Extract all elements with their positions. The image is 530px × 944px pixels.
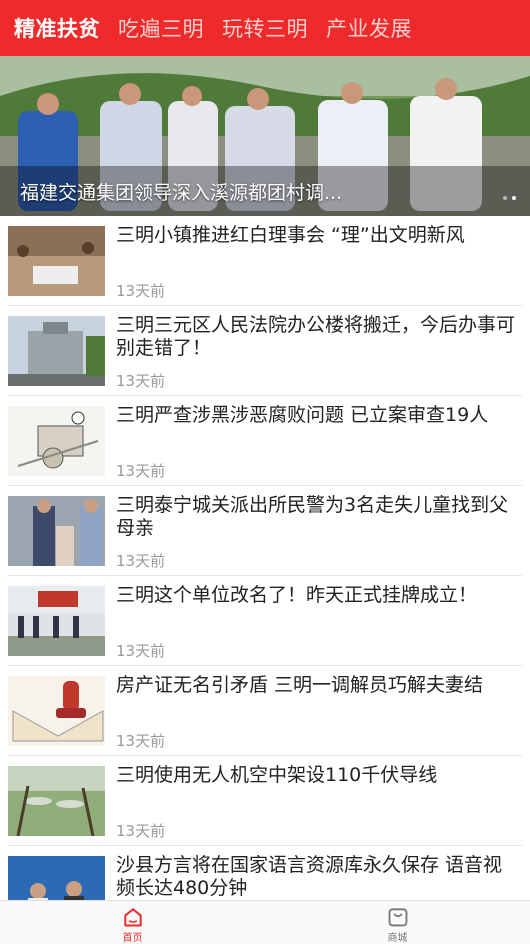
- home-icon: [123, 908, 142, 927]
- news-time: 13天前: [116, 552, 166, 570]
- tab-chibian-sanming[interactable]: 吃遍三明: [118, 13, 204, 43]
- top-tab-bar: 精准扶贫 吃遍三明 玩转三明 产业发展: [0, 0, 530, 56]
- news-title: 三明使用无人机空中架设110千伏导线: [116, 764, 438, 786]
- nav-home[interactable]: 首页: [0, 901, 265, 944]
- news-title: 三明严查涉黑涉恶腐败问题 已立案审查19人: [116, 404, 489, 426]
- news-item[interactable]: 三明三元区人民法院办公楼将搬迁，今后办事可别走错了！ 13天前: [8, 306, 522, 396]
- news-thumbnail: [8, 406, 105, 476]
- carousel-indicator: [503, 196, 516, 200]
- news-title: 三明这个单位改名了！昨天正式挂牌成立！: [116, 584, 478, 606]
- bottom-nav-bar: 首页 商城: [0, 900, 530, 944]
- news-time: 13天前: [116, 282, 166, 300]
- news-thumbnail: [8, 316, 105, 386]
- banner-caption: 福建交通集团领导深入溪源都团村调...: [20, 182, 343, 204]
- shopping-bag-icon: [388, 908, 407, 927]
- news-list: 三明小镇推进红白理事会 “理”出文明新风 13天前 三明三元区人民法院办公楼将搬…: [0, 216, 530, 936]
- news-item[interactable]: 三明泰宁城关派出所民警为3名走失儿童找到父母亲 13天前: [8, 486, 522, 576]
- carousel-dot: [503, 196, 507, 200]
- nav-shop-label: 商城: [387, 933, 408, 944]
- news-thumbnail: [8, 586, 105, 656]
- news-thumbnail: [8, 226, 105, 296]
- banner-carousel[interactable]: 福建交通集团领导深入溪源都团村调...: [0, 56, 530, 216]
- news-time: 13天前: [116, 732, 166, 750]
- tab-chanye-fazhan[interactable]: 产业发展: [326, 13, 412, 43]
- news-time: 13天前: [116, 642, 166, 660]
- tab-jingzhun-fupin[interactable]: 精准扶贫: [14, 13, 100, 43]
- news-title: 三明三元区人民法院办公楼将搬迁，今后办事可别走错了！: [116, 314, 516, 359]
- carousel-dot-active: [512, 196, 516, 200]
- news-item[interactable]: 三明小镇推进红白理事会 “理”出文明新风 13天前: [8, 216, 522, 306]
- news-title: 三明小镇推进红白理事会 “理”出文明新风: [116, 224, 465, 246]
- news-thumbnail: [8, 496, 105, 566]
- news-thumbnail: [8, 676, 105, 746]
- tab-wanzhuan-sanming[interactable]: 玩转三明: [222, 13, 308, 43]
- news-title: 沙县方言将在国家语言资源库永久保存 语音视频长达480分钟: [116, 854, 503, 899]
- news-item[interactable]: 三明严查涉黑涉恶腐败问题 已立案审查19人 13天前: [8, 396, 522, 486]
- news-item[interactable]: 房产证无名引矛盾 三明一调解员巧解夫妻结 13天前: [8, 666, 522, 756]
- news-item[interactable]: 三明使用无人机空中架设110千伏导线 13天前: [8, 756, 522, 846]
- news-time: 13天前: [116, 372, 166, 390]
- news-title: 三明泰宁城关派出所民警为3名走失儿童找到父母亲: [116, 494, 509, 539]
- nav-home-label: 首页: [122, 933, 143, 944]
- news-thumbnail: [8, 766, 105, 836]
- news-title: 房产证无名引矛盾 三明一调解员巧解夫妻结: [116, 674, 484, 696]
- nav-shop[interactable]: 商城: [265, 901, 530, 944]
- news-item[interactable]: 三明这个单位改名了！昨天正式挂牌成立！ 13天前: [8, 576, 522, 666]
- news-time: 13天前: [116, 822, 166, 840]
- news-time: 13天前: [116, 462, 166, 480]
